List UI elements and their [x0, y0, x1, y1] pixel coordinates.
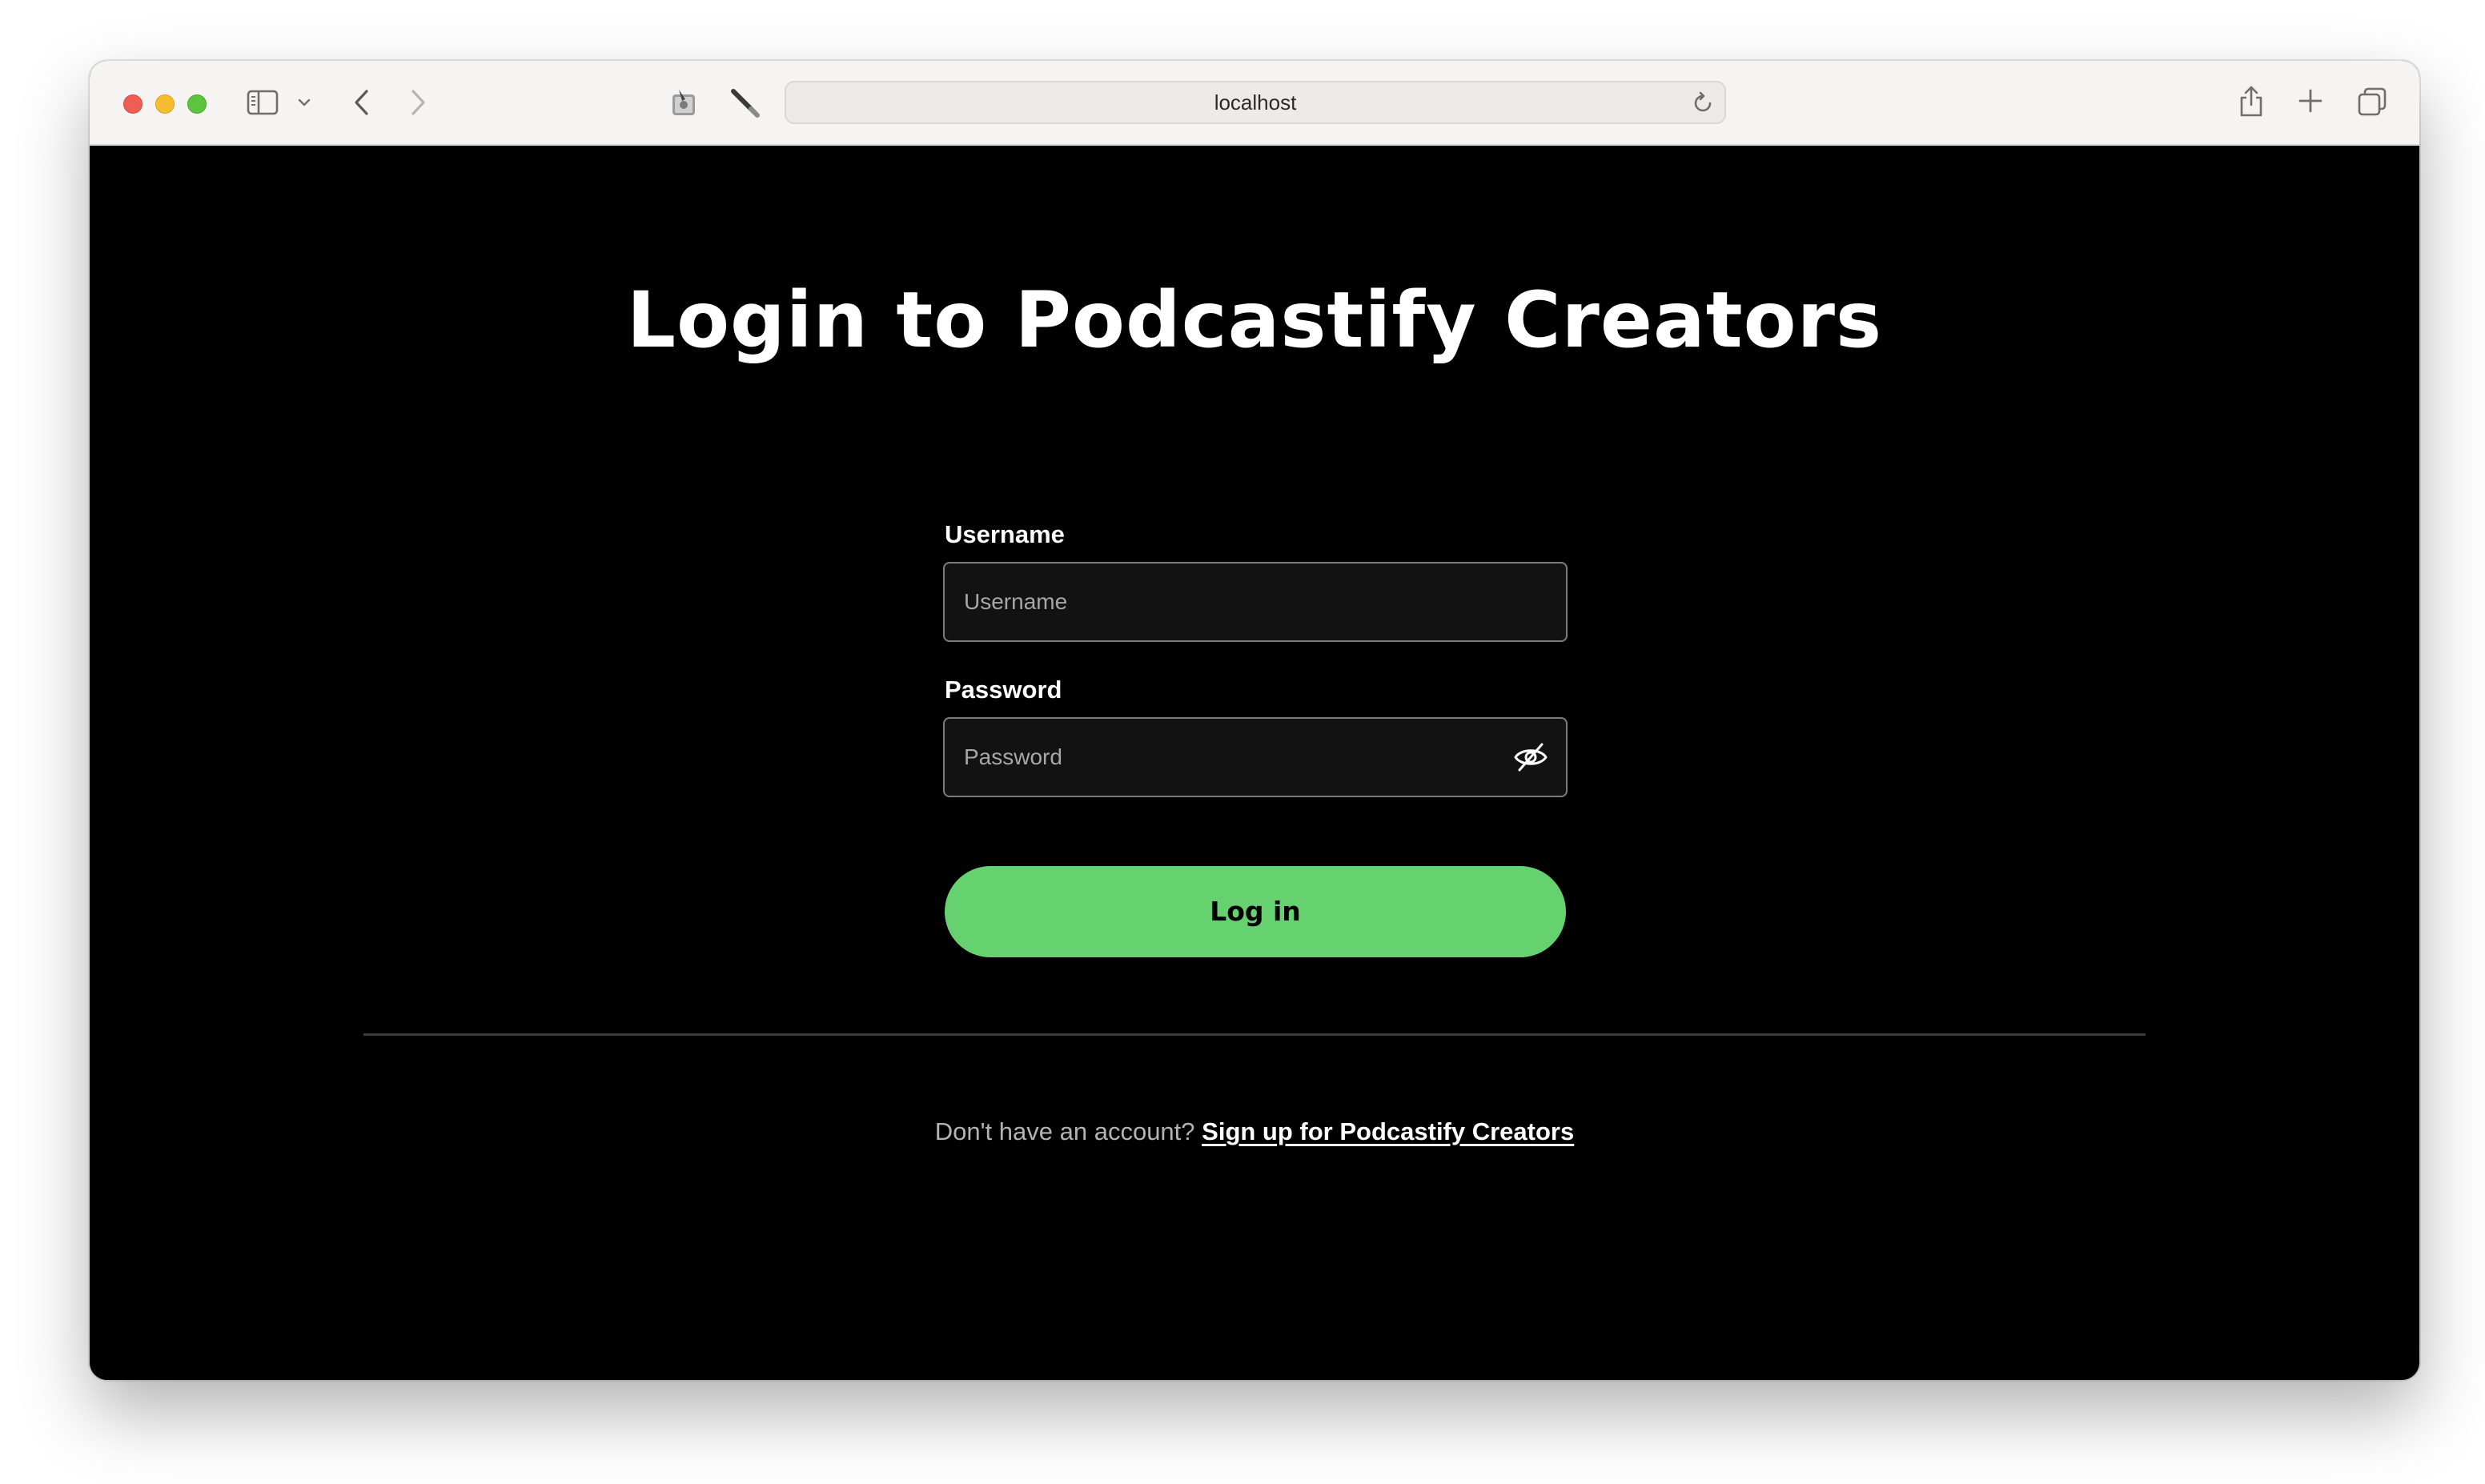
address-bar[interactable]: localhost [785, 81, 1726, 124]
tabs-overview-icon[interactable] [2357, 86, 2387, 117]
signup-row: Don't have an account? Sign up for Podca… [90, 1116, 2419, 1148]
extension-icon[interactable] [668, 85, 700, 120]
browser-toolbar: localhost [90, 61, 2419, 146]
browser-window: localhost Login to Podcastify Creators U… [90, 61, 2419, 1380]
share-icon[interactable] [2237, 83, 2266, 118]
password-placeholder: Password [964, 744, 1062, 769]
minimize-window-button[interactable] [155, 94, 175, 114]
reload-icon[interactable] [1691, 91, 1715, 119]
login-page: Login to Podcastify Creators Username Us… [90, 146, 2419, 1380]
plus-icon[interactable] [2298, 88, 2323, 114]
back-arrow-icon[interactable] [352, 88, 371, 117]
forward-arrow-icon[interactable] [408, 88, 428, 117]
eye-slash-icon[interactable] [1513, 741, 1548, 777]
page-title: Login to Podcastify Creators [626, 275, 1883, 365]
close-window-button[interactable] [123, 94, 143, 114]
chevron-down-icon[interactable] [298, 98, 311, 107]
signup-prompt: Don't have an account? [934, 1117, 1195, 1145]
username-input[interactable]: Username [943, 562, 1568, 642]
password-label: Password [945, 676, 1062, 704]
username-placeholder: Username [964, 589, 1068, 614]
zoom-window-button[interactable] [187, 94, 207, 114]
sidebar-icon[interactable] [247, 90, 279, 115]
signup-link[interactable]: Sign up for Podcastify Creators [1202, 1117, 1574, 1145]
address-text: localhost [1214, 90, 1297, 114]
password-input[interactable]: Password [943, 717, 1568, 797]
divider [363, 1033, 2146, 1036]
username-label: Username [945, 520, 1065, 548]
pen-icon[interactable] [727, 85, 762, 120]
login-button[interactable]: Log in [945, 866, 1566, 957]
